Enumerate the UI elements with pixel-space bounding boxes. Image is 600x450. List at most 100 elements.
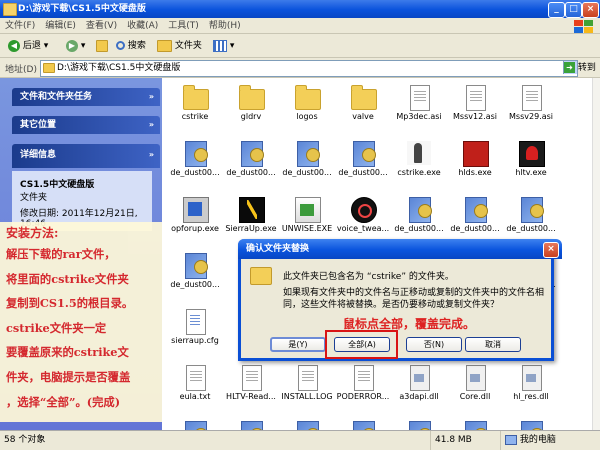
file-item[interactable]: [221, 417, 281, 430]
instructions-line: cstrike文件夹一定: [6, 320, 107, 335]
panel-details[interactable]: 详细信息 »: [12, 144, 160, 168]
folder-icon: [183, 85, 209, 110]
file-item[interactable]: [389, 417, 449, 430]
dialog-titlebar[interactable]: 确认文件夹替换 ×: [238, 239, 562, 259]
file-item[interactable]: de_dust00...: [277, 137, 337, 189]
file-label: voice_twea...: [336, 224, 390, 233]
location-text: 我的电脑: [519, 435, 556, 445]
file-label: cstrike.exe: [397, 168, 441, 177]
file-item[interactable]: gldrv: [221, 81, 281, 133]
file-item[interactable]: HLTV-Read...: [221, 361, 281, 413]
map-file-icon: [297, 421, 320, 430]
cancel-button[interactable]: 取消: [465, 337, 521, 352]
file-item[interactable]: SierraUp.exe: [221, 193, 281, 245]
file-item[interactable]: voice_twea...: [333, 193, 393, 245]
dialog-detail: 如果现有文件夹中的文件名与正移动或复制的文件夹中的文件名相同，这些文件将被替换。…: [283, 288, 545, 310]
file-item[interactable]: logos: [277, 81, 337, 133]
file-item[interactable]: de_dust00...: [501, 193, 561, 245]
menu-edit[interactable]: 编辑(E): [40, 18, 81, 34]
file-label: de_dust00...: [170, 168, 220, 177]
up-folder-icon: [96, 39, 108, 52]
file-item[interactable]: [445, 417, 505, 430]
folders-label: 文件夹: [174, 41, 202, 51]
file-item[interactable]: PODERROR...: [333, 361, 393, 413]
file-item[interactable]: [333, 417, 393, 430]
minimize-button[interactable]: _: [548, 2, 565, 18]
file-label: UNWISE.EXE: [281, 224, 333, 233]
search-label: 搜索: [127, 41, 146, 51]
close-button[interactable]: ×: [582, 2, 599, 18]
views-icon: [213, 39, 227, 52]
file-item[interactable]: opforup.exe: [165, 193, 225, 245]
file-label: Mssv29.asi: [509, 112, 553, 121]
menu-help[interactable]: 帮助(H): [204, 18, 246, 34]
file-item[interactable]: de_dust00...: [445, 193, 505, 245]
file-item[interactable]: de_dust00...: [165, 249, 225, 301]
yes-button[interactable]: 是(Y): [270, 337, 326, 352]
map-file-icon: [297, 141, 320, 167]
file-item[interactable]: [277, 417, 337, 430]
file-item[interactable]: hl_res.dll: [501, 361, 561, 413]
menu-favorites[interactable]: 收藏(A): [122, 18, 163, 34]
address-input[interactable]: D:\游戏下载\CS1.5中文硬盘版 ▾: [40, 60, 578, 77]
menu-tools[interactable]: 工具(T): [163, 18, 204, 34]
vertical-scrollbar[interactable]: [592, 78, 600, 430]
back-button[interactable]: ◀ 后退 ▾: [8, 38, 48, 54]
file-item[interactable]: eula.txt: [165, 361, 225, 413]
file-label: hlds.exe: [458, 168, 492, 177]
setup-icon: [183, 197, 209, 223]
search-button[interactable]: 搜索: [116, 38, 146, 54]
up-folder-button[interactable]: [96, 38, 108, 54]
instructions-line: 复制到CS1.5的根目录。: [6, 296, 134, 311]
panel-other-places[interactable]: 其它位置 »: [12, 116, 160, 134]
go-arrow-icon: ➜: [564, 62, 575, 73]
back-dropdown-icon: ▾: [43, 41, 49, 51]
dialog-close-button[interactable]: ×: [543, 242, 559, 258]
maximize-button[interactable]: □: [565, 2, 582, 18]
instructions-line: 要覆盖原来的cstrike文: [6, 345, 129, 360]
folders-button[interactable]: 文件夹: [157, 38, 202, 54]
file-item[interactable]: Mssv12.asi: [445, 81, 505, 133]
file-item[interactable]: sierraup.cfg: [165, 305, 225, 357]
file-item[interactable]: hltv.exe: [501, 137, 561, 189]
file-item[interactable]: de_dust00...: [165, 137, 225, 189]
file-item[interactable]: UNWISE.EXE: [277, 193, 337, 245]
file-item[interactable]: valve: [333, 81, 393, 133]
file-item[interactable]: [501, 417, 561, 430]
file-icon: [522, 85, 542, 111]
views-button[interactable]: ▾: [213, 38, 234, 54]
file-item[interactable]: de_dust00...: [221, 137, 281, 189]
file-label: hltv.exe: [515, 168, 547, 177]
file-label: de_dust00...: [450, 224, 500, 233]
chevron-down-icon[interactable]: »: [149, 116, 154, 134]
no-button[interactable]: 否(N): [406, 337, 462, 352]
file-item[interactable]: hlds.exe: [445, 137, 505, 189]
chevron-down-icon[interactable]: »: [149, 88, 154, 106]
file-item[interactable]: Mp3dec.asi: [389, 81, 449, 133]
file-label: HLTV-Read...: [226, 392, 276, 401]
file-item[interactable]: Core.dll: [445, 361, 505, 413]
file-item[interactable]: [165, 417, 225, 430]
file-label: gldrv: [240, 112, 262, 121]
window-titlebar[interactable]: D:\游戏下载\CS1.5中文硬盘版 _ □ ×: [0, 0, 600, 18]
file-item[interactable]: INSTALL.LOG: [277, 361, 337, 413]
file-item[interactable]: a3dapi.dll: [389, 361, 449, 413]
instructions-title: 安装方法:: [6, 226, 59, 240]
file-item[interactable]: Mssv29.asi: [501, 81, 561, 133]
chevron-up-icon[interactable]: »: [149, 144, 154, 166]
forward-button[interactable]: ▶ ▾: [66, 38, 85, 54]
file-item[interactable]: de_dust00...: [389, 193, 449, 245]
map-file-icon: [521, 421, 544, 430]
menu-file[interactable]: 文件(F): [0, 18, 40, 34]
file-item[interactable]: cstrike.exe: [389, 137, 449, 189]
file-item[interactable]: de_dust00...: [333, 137, 393, 189]
go-button[interactable]: ➜ 转到: [564, 61, 596, 75]
map-file-icon: [185, 421, 208, 430]
file-label: de_dust00...: [226, 168, 276, 177]
file-item[interactable]: cstrike: [165, 81, 225, 133]
dll-file-icon: [466, 365, 486, 391]
file-label: de_dust00...: [282, 168, 332, 177]
panel-file-tasks[interactable]: 文件和文件夹任务 »: [12, 88, 160, 106]
instructions-line: ，选择“全部”。(完成): [6, 394, 121, 409]
menu-view[interactable]: 查看(V): [81, 18, 122, 34]
